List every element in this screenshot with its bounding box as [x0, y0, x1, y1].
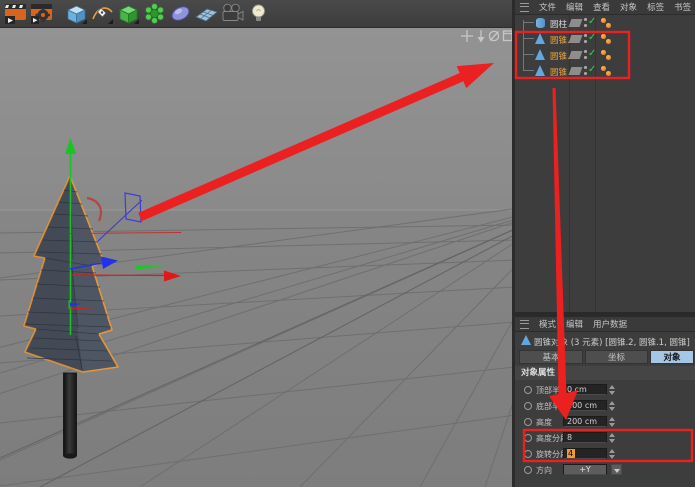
subdivision-generator-icon[interactable]: [117, 2, 140, 25]
object-row-cone[interactable]: 圆锥 ✓: [515, 63, 695, 79]
deformer-icon[interactable]: [169, 2, 192, 25]
dropdown-arrow-button[interactable]: [611, 464, 622, 475]
tab-basic[interactable]: 基本: [519, 350, 583, 364]
panel-grip-icon[interactable]: [520, 320, 529, 329]
stepper-control[interactable]: [609, 417, 616, 427]
toolbar-separator: [56, 2, 62, 25]
environment-floor-icon[interactable]: [195, 2, 218, 25]
keyframe-circle-icon[interactable]: [524, 418, 532, 426]
rotation-segments-input[interactable]: 4: [563, 448, 607, 459]
tree-trunk[interactable]: [63, 373, 76, 459]
pen-spline-icon[interactable]: [91, 2, 114, 25]
am-menu-userdata[interactable]: 用户数据: [593, 318, 627, 330]
object-properties-header: 对象属性: [515, 366, 695, 380]
enabled-check-icon[interactable]: ✓: [588, 48, 596, 59]
enabled-check-icon[interactable]: ✓: [588, 64, 596, 75]
om-menu-edit[interactable]: 编辑: [566, 1, 583, 13]
viewport-3d[interactable]: [0, 28, 515, 487]
visibility-dots[interactable]: [584, 50, 587, 60]
enabled-check-icon[interactable]: ✓: [588, 32, 596, 43]
tab-coordinates[interactable]: 坐标: [585, 350, 648, 364]
keyframe-circle-icon[interactable]: [524, 386, 532, 394]
field-bottom-radius: 底部半径 100 cm: [515, 399, 695, 413]
keyframe-circle-icon[interactable]: [524, 466, 532, 474]
keyframe-circle-icon[interactable]: [524, 450, 532, 458]
panel-grip-icon[interactable]: [520, 3, 529, 12]
cone-icon: [535, 33, 545, 44]
object-manager-menubar: 文件 编辑 查看 对象 标签 书签: [515, 0, 695, 15]
om-menu-objects[interactable]: 对象: [620, 1, 637, 13]
field-height-segments: 高度分段 8: [515, 431, 695, 445]
height-input[interactable]: 200 cm: [563, 416, 607, 427]
field-rotation-segments: 旋转分段 4: [515, 447, 695, 461]
keyframe-circle-icon[interactable]: [524, 434, 532, 442]
layer-icon[interactable]: [569, 67, 583, 75]
viewport-sky: [0, 28, 515, 210]
field-label: 方向: [536, 465, 552, 476]
render-view-icon[interactable]: [4, 2, 27, 25]
om-menu-tags[interactable]: 标签: [647, 1, 664, 13]
height-segments-input[interactable]: 8: [563, 432, 607, 443]
visibility-dots[interactable]: [584, 34, 587, 44]
render-settings-icon[interactable]: [30, 2, 53, 25]
camera-icon[interactable]: [221, 2, 244, 25]
chevron-down-icon: [614, 469, 620, 473]
tab-label: 基本: [542, 351, 559, 363]
enabled-check-icon[interactable]: ✓: [588, 16, 596, 27]
visibility-dots[interactable]: [584, 18, 587, 28]
object-label[interactable]: 圆锥: [550, 66, 567, 78]
om-menu-bookmarks[interactable]: 书签: [674, 1, 691, 13]
om-menu-file[interactable]: 文件: [539, 1, 556, 13]
object-label[interactable]: 圆柱: [550, 18, 567, 30]
cylinder-icon: [536, 18, 545, 28]
cone-icon: [535, 49, 545, 60]
keyframe-circle-icon[interactable]: [524, 402, 532, 410]
top-radius-input[interactable]: 0 cm: [563, 384, 607, 395]
layer-icon[interactable]: [569, 51, 583, 59]
stepper-control[interactable]: [609, 385, 616, 395]
modeling-generator-icon[interactable]: [143, 2, 166, 25]
field-orientation: 方向 +Y: [515, 463, 695, 477]
object-row-cylinder[interactable]: 圆柱 ✓: [515, 15, 695, 31]
field-top-radius: 顶部半径 0 cm: [515, 383, 695, 397]
stepper-control[interactable]: [609, 401, 616, 411]
light-icon[interactable]: [247, 2, 270, 25]
field-label: 高度: [536, 417, 552, 428]
add-cube-primitive-icon[interactable]: [65, 2, 88, 25]
tab-object[interactable]: 对象: [650, 350, 694, 364]
orientation-dropdown[interactable]: +Y: [563, 464, 607, 475]
om-menu-view[interactable]: 查看: [593, 1, 610, 13]
visibility-dots[interactable]: [584, 66, 587, 76]
am-menu-mode[interactable]: 模式: [539, 318, 556, 330]
cone-icon: [521, 335, 531, 345]
tab-label: 坐标: [608, 351, 625, 363]
object-row-cone2[interactable]: 圆锥.2 ✓: [515, 31, 695, 47]
tab-label: 对象: [663, 351, 680, 363]
attribute-manager-menubar: 模式 编辑 用户数据: [515, 317, 695, 332]
bottom-radius-input[interactable]: 100 cm: [563, 400, 607, 411]
stepper-control[interactable]: [609, 449, 616, 459]
object-row-cone1[interactable]: 圆锥.1 ✓: [515, 47, 695, 63]
layer-icon[interactable]: [569, 35, 583, 43]
main-toolbar: [0, 0, 515, 28]
cone-icon: [535, 65, 545, 76]
layer-icon[interactable]: [569, 19, 583, 27]
stepper-control[interactable]: [609, 433, 616, 443]
app-window: 文件 编辑 查看 对象 标签 书签 圆柱 ✓ 圆锥.2 ✓ 圆锥.1 ✓ 圆锥: [0, 0, 695, 487]
am-menu-edit[interactable]: 编辑: [566, 318, 583, 330]
attribute-title: 圆锥对象 (3 元素) [圆锥.2, 圆锥.1, 圆锥]: [534, 336, 690, 348]
selected-text: 4: [567, 449, 575, 458]
field-height: 高度 200 cm: [515, 415, 695, 429]
attribute-title-row: 圆锥对象 (3 元素) [圆锥.2, 圆锥.1, 圆锥]: [515, 333, 695, 348]
